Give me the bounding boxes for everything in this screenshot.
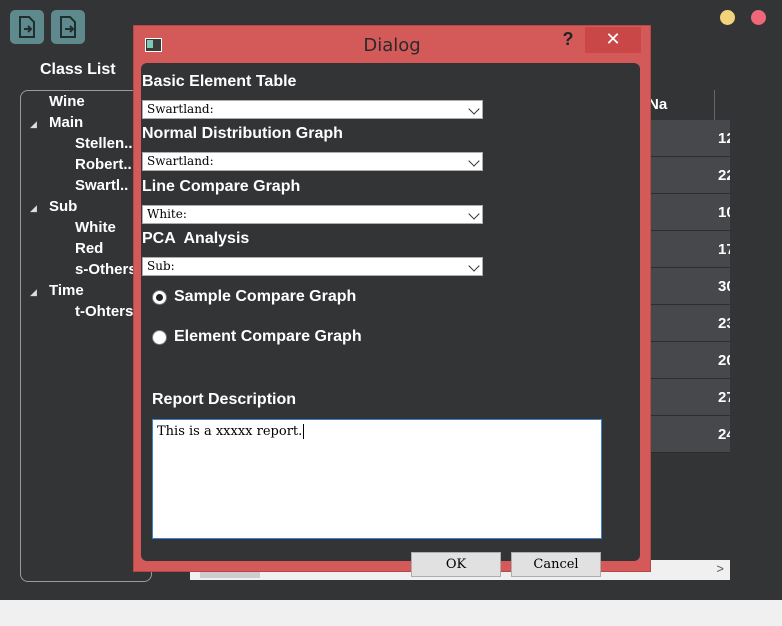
expand-arrow-icon[interactable]: ◢ [30,119,37,130]
report-text-value: This is a xxxxx report. [157,424,303,439]
report-description-label: Report Description [152,391,297,408]
expand-arrow-icon[interactable]: ◢ [30,287,37,298]
tree-item-t-ohters[interactable]: t-Ohters [75,303,133,320]
na-cell: 10 [718,204,730,221]
close-window-button[interactable] [751,10,766,25]
select-value: Swartland: [147,102,214,116]
status-bar [0,600,782,626]
na-cell: 20 [718,352,730,369]
chevron-down-icon [468,208,480,220]
na-cell: 30 [718,278,730,295]
tree-item-main[interactable]: Main [49,114,83,131]
export-button[interactable] [51,10,85,44]
dialog-window: Dialog ? ✕ Basic Element Table Swartland… [133,25,651,577]
na-cell: 23 [718,315,730,332]
tree-item-sub[interactable]: Sub [49,198,77,215]
scroll-right-icon[interactable]: > [716,561,724,576]
na-cell: 22 [718,167,730,184]
na-cell: 27 [718,389,730,406]
ok-button[interactable]: OK [411,552,501,577]
cancel-button[interactable]: Cancel [511,552,601,577]
select-value: Sub: [147,259,175,273]
chevron-down-icon [468,103,480,115]
text-cursor [303,424,305,439]
tree-item-red[interactable]: Red [75,240,103,257]
na-cell: 24 [718,426,730,443]
column-divider[interactable] [714,90,715,120]
line-compare-graph-label: Line Compare Graph [142,178,301,195]
expand-arrow-icon[interactable]: ◢ [30,203,37,214]
radio-label: Element Compare Graph [174,328,362,345]
minimize-button[interactable] [720,10,735,25]
tree-item-wine[interactable]: Wine [49,93,85,110]
import-button[interactable] [10,10,44,44]
tree-item-stellen[interactable]: Stellen.. [75,135,133,152]
dialog-body: Basic Element Table Swartland: Normal Di… [141,63,640,577]
basic-element-table-select[interactable]: Swartland: [142,100,483,119]
chevron-down-icon [468,260,480,272]
class-list-title: Class List [40,61,116,78]
pca-analysis-label: PCA Analysis [142,230,250,247]
tree-item-time[interactable]: Time [49,282,84,299]
normal-distribution-graph-label: Normal Distribution Graph [142,125,343,142]
select-value: White: [147,207,187,221]
radio-label: Sample Compare Graph [174,288,357,305]
tree-item-white[interactable]: White [75,219,116,236]
report-description-textarea[interactable]: This is a xxxxx report. [152,419,602,539]
close-dialog-button[interactable]: ✕ [585,27,641,53]
basic-element-table-label: Basic Element Table [142,73,297,90]
na-cell: 12 [718,130,730,147]
select-value: Swartland: [147,154,214,168]
tree-item-s-others[interactable]: s-Others [75,261,137,278]
line-compare-graph-select[interactable]: White: [142,205,483,224]
tree-item-swartl[interactable]: Swartl.. [75,177,128,194]
close-icon: ✕ [605,29,621,49]
normal-distribution-graph-select[interactable]: Swartland: [142,152,483,171]
pca-analysis-select[interactable]: Sub: [142,257,483,276]
help-button[interactable]: ? [559,29,577,53]
file-export-icon [60,16,76,38]
na-cell: 17 [718,241,730,258]
radio-button[interactable] [152,330,167,345]
radio-button[interactable] [152,290,167,305]
chevron-down-icon [468,155,480,167]
tree-item-robert[interactable]: Robert.. [75,156,132,173]
file-import-icon [19,16,35,38]
